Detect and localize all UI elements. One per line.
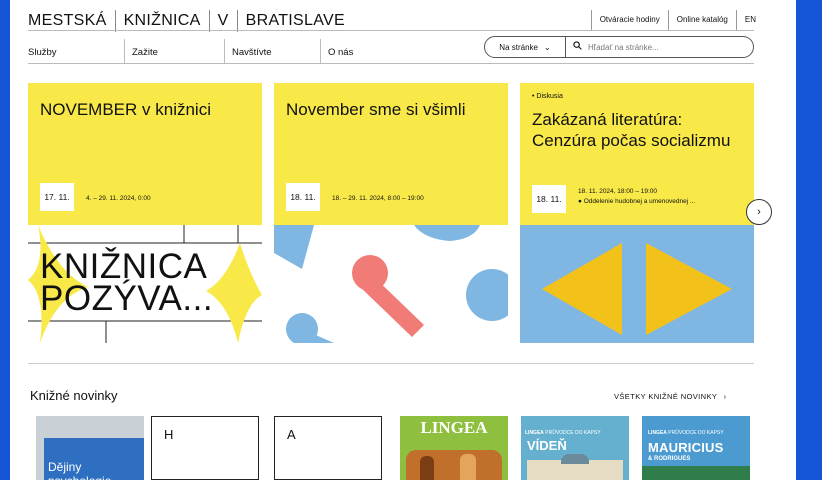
event-date-range: 4. – 29. 11. 2024, 0:00: [86, 195, 151, 202]
event-date-badge: 18. 11.: [286, 183, 320, 211]
image-text-line: POZÝVA...: [40, 279, 214, 318]
event-location: ● Oddelenie hudobnej a umenovednej ...: [578, 198, 696, 205]
event-image: [274, 225, 508, 343]
all-new-books-link[interactable]: VŠETKY KNIŽNÉ NOVINKY ›: [614, 392, 727, 401]
event-date-range: 18. – 29. 11. 2024, 8:00 – 19:00: [332, 195, 424, 202]
search-icon: [573, 41, 582, 53]
event-image: [520, 225, 754, 343]
book-series-name: PRŮVODCE DO KAPSY: [668, 430, 724, 436]
section-title: Knižné novinky: [30, 388, 118, 403]
brand-word-2: KNIŽNICA: [116, 10, 210, 32]
carousel-next-button[interactable]: ›: [746, 199, 772, 225]
page: MESTSKÁ KNIŽNICA V BRATISLAVE Otváracie …: [10, 0, 796, 480]
event-location-label: Oddelenie hudobnej a umenovednej ...: [583, 198, 696, 205]
book-cover-title: Dějiny psychologie: [48, 460, 111, 480]
event-category-tag: • Diskusia: [532, 93, 563, 100]
event-date-badge: 18. 11.: [532, 185, 566, 213]
book-series-label: LINGEA PRŮVODCE DO KAPSY: [525, 430, 601, 436]
book-cover[interactable]: LINGEA: [400, 416, 508, 480]
chevron-right-icon: ›: [723, 392, 727, 401]
book-cover[interactable]: LINGEA PRŮVODCE DO KAPSY VÍDEŇ: [521, 416, 629, 480]
book-cover[interactable]: LINGEA PRŮVODCE DO KAPSY MAURICIUS & ROD…: [642, 416, 750, 480]
nav-divider-line: [28, 63, 754, 64]
book-placeholder-letter: A: [287, 427, 296, 442]
book-placeholder-letter: H: [164, 427, 174, 442]
book-cover-photo-detail: [561, 454, 589, 464]
book-cover-placeholder[interactable]: A: [274, 416, 382, 480]
header-divider: [28, 30, 754, 31]
event-category-label: Diskusia: [536, 93, 563, 100]
event-card[interactable]: November sme si všimli 18. 11. 18. – 29.…: [274, 83, 508, 343]
event-details: 18. 11. 2024, 18:00 – 19:00 ● Oddelenie …: [578, 187, 695, 207]
search-scope-select[interactable]: Na stránke ⌄: [484, 36, 566, 58]
nav-divider: [124, 39, 125, 63]
all-new-books-label: VŠETKY KNIŽNÉ NOVINKY: [614, 392, 718, 401]
event-title: NOVEMBER v knižnici: [40, 100, 211, 119]
chevron-right-icon: ›: [757, 206, 761, 218]
nav-item-sluzby[interactable]: Služby: [28, 47, 57, 58]
book-series-name: PRŮVODCE DO KAPSY: [545, 430, 601, 436]
book-publisher-logo: LINGEA: [420, 418, 488, 437]
book-cover-photo-detail: [460, 454, 476, 480]
nav-divider: [224, 39, 225, 63]
site-logo[interactable]: MESTSKÁ KNIŽNICA V BRATISLAVE: [28, 10, 353, 32]
opening-hours-link[interactable]: Otváracie hodiny: [590, 10, 668, 30]
event-title: Zakázaná literatúra: Cenzúra počas socia…: [532, 110, 731, 150]
event-image-text: KNIŽNICA POZÝVA...: [40, 249, 214, 318]
book-cover-title: MAURICIUS: [648, 440, 724, 455]
event-date-badge: 17. 11.: [40, 183, 74, 211]
event-card[interactable]: • Diskusia Zakázaná literatúra: Cenzúra …: [520, 83, 754, 343]
nav-item-navstivte[interactable]: Navštívte: [232, 47, 272, 58]
utility-links: Otváracie hodiny Online katalóg EN: [590, 10, 756, 30]
search-input[interactable]: Hľadať na stránke...: [565, 36, 754, 58]
event-card[interactable]: NOVEMBER v knižnici 17. 11. 4. – 29. 11.…: [28, 83, 262, 343]
book-cover-placeholder[interactable]: H: [151, 416, 259, 480]
book-cover-title: VÍDEŇ: [527, 438, 567, 453]
nav-item-o-nas[interactable]: O nás: [328, 47, 353, 58]
book-series-label: LINGEA PRŮVODCE DO KAPSY: [648, 430, 724, 436]
language-switch-link[interactable]: EN: [735, 10, 756, 30]
book-cover-photo-detail: [420, 456, 434, 480]
book-publisher-logo: LINGEA: [525, 430, 544, 436]
nav-divider: [320, 39, 321, 63]
event-title: November sme si všimli: [286, 100, 466, 119]
book-cover-subtitle: & RODRIGUES: [648, 456, 691, 462]
book-publisher-logo: LINGEA: [648, 430, 667, 436]
brand-word-3: V: [210, 10, 238, 32]
book-cover-photo: [642, 466, 750, 480]
brand-word-4: BRATISLAVE: [245, 12, 345, 29]
book-title-line: Dějiny: [48, 460, 82, 474]
book-title-line: psychologie: [48, 474, 111, 480]
search-scope-label: Na stránke: [499, 42, 538, 52]
book-cover[interactable]: Dějiny psychologie: [36, 416, 144, 480]
chevron-down-icon: ⌄: [543, 42, 551, 52]
nav-item-zazite[interactable]: Zažite: [132, 47, 158, 58]
section-divider: [28, 363, 754, 364]
online-catalog-link[interactable]: Online katalóg: [667, 10, 736, 30]
brand-word-1: MESTSKÁ: [28, 10, 116, 32]
search-placeholder: Hľadať na stránke...: [588, 42, 659, 52]
event-date-range: 18. 11. 2024, 18:00 – 19:00: [578, 188, 658, 195]
